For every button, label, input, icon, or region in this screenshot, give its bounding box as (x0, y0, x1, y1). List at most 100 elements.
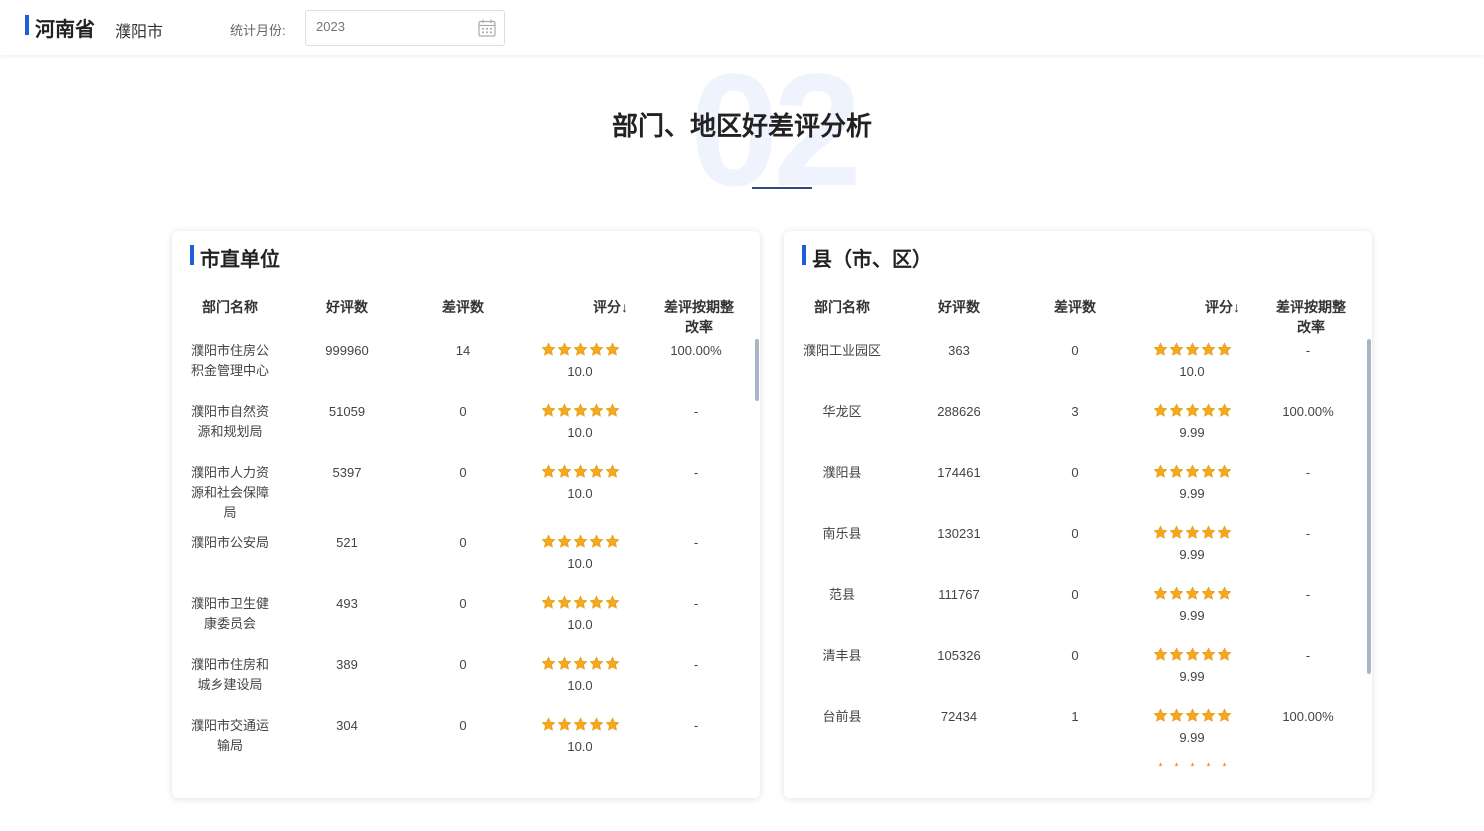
good-count: 288626 (937, 404, 981, 419)
good-count: 72434 (940, 709, 978, 724)
star-icon (1216, 647, 1232, 661)
rectify-rate: - (693, 657, 699, 672)
bad-count: 3 (1071, 404, 1079, 419)
good-count: 5397 (332, 465, 362, 480)
star-rating (1152, 403, 1232, 419)
bad-count: 0 (1071, 465, 1079, 480)
star-icon (540, 464, 556, 478)
star-icon (1168, 586, 1184, 600)
rating: 9.99 (1122, 646, 1262, 687)
star-icon (1190, 762, 1194, 766)
good-count: 130231 (937, 526, 981, 541)
col-header-bad: 差评数 (1054, 299, 1096, 315)
score-value: 10.0 (567, 486, 593, 501)
star-icon (1184, 342, 1200, 356)
star-icon (1216, 342, 1232, 356)
star-icon (1184, 403, 1200, 417)
col-header-name: 部门名称 (814, 299, 870, 315)
score-value: 10.0 (567, 739, 593, 754)
star-icon (588, 717, 604, 731)
rectify-rate: - (1305, 343, 1311, 358)
star-rating (540, 595, 620, 611)
province-selector[interactable]: 河南省 (35, 13, 95, 42)
star-icon (1168, 647, 1184, 661)
section-title: 部门、地区好差评分析 (611, 111, 872, 141)
star-icon (556, 595, 572, 609)
star-rating (540, 656, 620, 672)
star-rating (1152, 586, 1232, 602)
star-icon (1152, 464, 1168, 478)
card-title: 县（市、区） (812, 249, 932, 271)
star-icon (572, 342, 588, 356)
rating: 10.0 (510, 533, 650, 574)
star-icon (1184, 708, 1200, 722)
bad-count: 0 (459, 404, 467, 419)
good-count: 304 (336, 718, 358, 733)
col-header-score-sort[interactable]: 评分↓ (1122, 297, 1262, 317)
good-count: 363 (948, 343, 970, 358)
county-districts-card: 县（市、区） 部门名称 好评数 差评数 评分↓ 差评按期整改率 濮阳工业园区 36… (784, 231, 1372, 798)
star-icon (1168, 525, 1184, 539)
accent-marker (25, 15, 29, 35)
rating: 10.0 (510, 655, 650, 696)
rating: 10.0 (510, 463, 650, 504)
bad-count: 0 (459, 535, 467, 550)
dept-name: 濮阳工业园区 (802, 343, 881, 358)
score-value: 10.0 (567, 364, 593, 379)
city-selector[interactable]: 濮阳市 (115, 18, 163, 42)
star-rating (1152, 647, 1232, 663)
good-count: 493 (336, 596, 358, 611)
star-icon (1168, 464, 1184, 478)
calendar-icon[interactable] (477, 18, 497, 38)
bad-count: 1 (1071, 709, 1079, 724)
col-header-rate: 差评按期整改率 (664, 299, 734, 335)
star-icon (1184, 525, 1200, 539)
good-count: 999960 (325, 343, 369, 358)
star-icon (556, 656, 572, 670)
star-icon (1152, 342, 1168, 356)
score-value: 10.0 (567, 425, 593, 440)
accent-marker (190, 245, 194, 265)
star-icon (1184, 647, 1200, 661)
star-icon (588, 656, 604, 670)
bad-count: 0 (459, 465, 467, 480)
star-rating (1152, 708, 1232, 724)
rating: 10.0 (510, 716, 650, 757)
star-icon (1206, 762, 1210, 766)
col-header-good: 好评数 (326, 299, 368, 315)
rectify-rate: - (1305, 465, 1311, 480)
star-icon (1200, 708, 1216, 722)
dept-name: 濮阳市住房和城乡建设局 (190, 657, 269, 692)
dept-name: 濮阳市卫生健康委员会 (190, 596, 269, 631)
star-icon (604, 656, 620, 670)
bad-count: 0 (459, 596, 467, 611)
star-icon (556, 534, 572, 548)
card-title: 市直单位 (200, 249, 280, 271)
scrollbar[interactable] (755, 339, 759, 401)
star-icon (1200, 342, 1216, 356)
dept-name: 濮阳县 (822, 465, 862, 480)
star-icon (588, 595, 604, 609)
star-icon (1152, 647, 1168, 661)
star-icon (1216, 403, 1232, 417)
scrollbar[interactable] (1367, 339, 1371, 674)
star-icon (1168, 708, 1184, 722)
good-count: 521 (336, 535, 358, 550)
star-icon (1158, 762, 1162, 766)
rectify-rate: - (1305, 648, 1311, 663)
col-header-score-sort[interactable]: 评分↓ (510, 297, 650, 317)
table-body: 濮阳市住房公积金管理中心 999960 14 10.0 100.00% 濮阳市自然资源和规… (172, 341, 760, 766)
star-icon (540, 595, 556, 609)
month-picker[interactable] (305, 10, 505, 46)
rectify-rate: - (693, 465, 699, 480)
star-icon (540, 342, 556, 356)
month-input[interactable] (316, 19, 466, 34)
accent-marker (802, 245, 806, 265)
score-value: 9.99 (1179, 730, 1205, 745)
star-icon (540, 534, 556, 548)
rating: 9.99 (1122, 707, 1262, 748)
col-header-rate: 差评按期整改率 (1276, 299, 1346, 335)
score-value: 9.99 (1179, 425, 1205, 440)
star-icon (1200, 647, 1216, 661)
star-icon (604, 534, 620, 548)
